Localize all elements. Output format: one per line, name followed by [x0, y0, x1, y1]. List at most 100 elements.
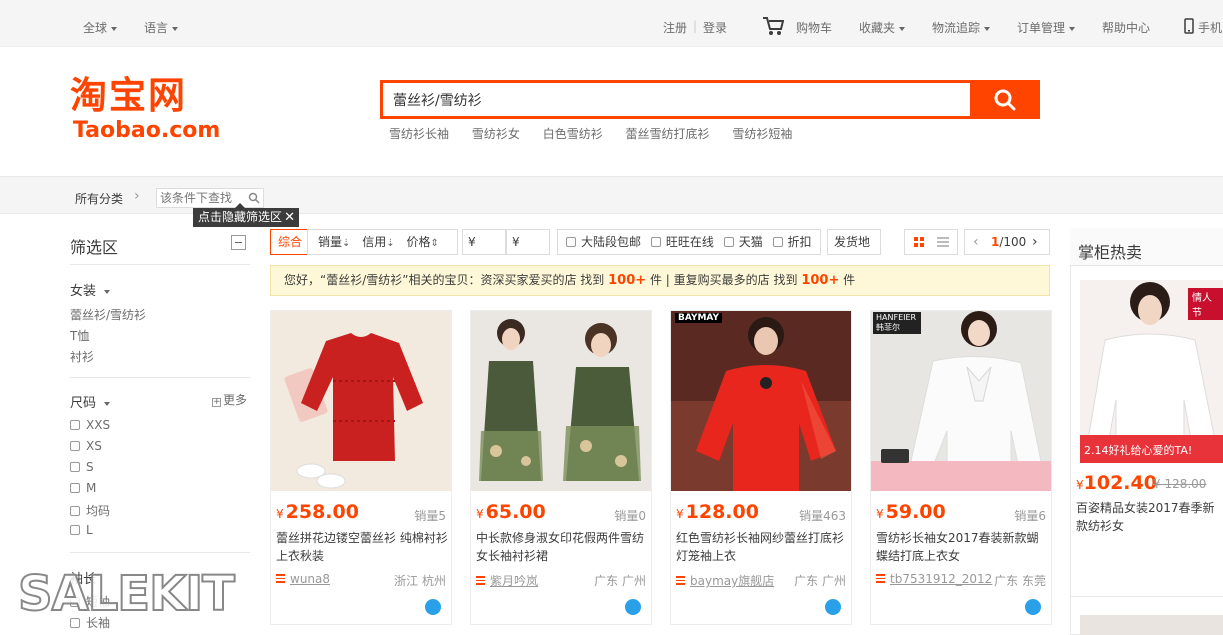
crumb-filter	[156, 188, 264, 208]
sort-sales-button[interactable]: 销量⇣	[318, 235, 350, 249]
register-link[interactable]: 注册	[663, 19, 687, 36]
shop-link[interactable]: 紫月吟岚	[476, 572, 538, 589]
wangwang-icon[interactable]	[425, 599, 441, 615]
language-menu[interactable]: 语言	[144, 19, 179, 36]
wangwang-icon[interactable]	[825, 599, 841, 615]
hot-word[interactable]: 雪纺衫短袖	[732, 127, 792, 141]
size-option[interactable]: XS	[70, 439, 102, 453]
search-button[interactable]	[970, 80, 1040, 119]
list-view-icon[interactable]	[937, 237, 949, 247]
ship-from-button[interactable]: 发货地	[827, 229, 881, 255]
size-option[interactable]: 均码	[70, 502, 110, 519]
product-image[interactable]: BAYMAY	[671, 311, 851, 491]
filter-checks: 大陆段包邮 旺旺在线 天猫 折扣	[557, 229, 821, 255]
arrow-down-icon: ⇣	[342, 238, 351, 249]
category-link[interactable]: 衬衫	[70, 348, 94, 365]
size-option[interactable]: XXS	[70, 418, 110, 432]
hot-word[interactable]: 雪纺衫长袖	[389, 127, 449, 141]
help-link[interactable]: 帮助中心	[1102, 19, 1150, 36]
hot-word[interactable]: 雪纺衫女	[472, 127, 520, 141]
all-categories-link[interactable]: 所有分类	[75, 190, 123, 207]
sort-credit-button[interactable]: 信用⇣	[362, 235, 394, 249]
product-card[interactable]: ¥65.00 销量0 中长款修身淑女印花假两件雪纺女长袖衬衫裙 紫月吟岚 广东 …	[470, 310, 652, 625]
wangwang-icon[interactable]	[625, 599, 641, 615]
hot-product-title[interactable]: 百姿精品女装2017春季新款纺衫女	[1076, 499, 1223, 535]
checkbox[interactable]	[70, 420, 80, 430]
collapse-icon[interactable]	[231, 235, 246, 250]
size-head[interactable]: 尺码	[70, 392, 111, 411]
favorites-menu[interactable]: 收藏夹	[859, 19, 906, 36]
checkbox[interactable]	[723, 237, 734, 247]
hot-product-image[interactable]	[1080, 615, 1223, 635]
size-option[interactable]: S	[70, 460, 94, 474]
arrow-updown-icon: ⇕	[430, 238, 439, 249]
product-card[interactable]: ¥258.00 销量5 蕾丝拼花边镂空蕾丝衫 纯棉衬衫上衣秋装 wuna8 浙江…	[270, 310, 452, 625]
wangwang-icon[interactable]	[1025, 599, 1041, 615]
arrow-down-icon: ⇣	[386, 238, 395, 249]
size-option[interactable]: L	[70, 523, 93, 537]
cart-icon[interactable]	[762, 16, 785, 39]
product-image[interactable]: HANFEIER 韩菲尔	[871, 311, 1051, 491]
free-shipping-check[interactable]: 大陆段包邮	[566, 235, 641, 249]
page-indicator: 1/100	[991, 235, 1027, 249]
checkbox[interactable]	[70, 525, 80, 535]
product-title[interactable]: 蕾丝拼花边镂空蕾丝衫 纯棉衬衫上衣秋装	[276, 529, 448, 565]
mobile-icon[interactable]	[1184, 18, 1194, 37]
product-title[interactable]: 红色雪纺衫长袖网纱蕾丝打底衫灯笼袖上衣	[676, 529, 848, 565]
shop-link[interactable]: tb7531912_2012	[876, 572, 992, 586]
logo[interactable]: 淘宝网	[70, 74, 187, 118]
logistics-menu[interactable]: 物流追踪	[932, 19, 991, 36]
checkbox[interactable]	[566, 237, 576, 247]
sort-price-button[interactable]: 价格⇕	[406, 235, 438, 249]
search-icon[interactable]	[248, 192, 260, 204]
crumb-filter-input[interactable]	[157, 189, 245, 207]
discount-check[interactable]: 折扣	[772, 235, 812, 249]
category-head[interactable]: 女装	[70, 280, 111, 299]
product-title[interactable]: 中长款修身淑女印花假两件雪纺女长袖衬衫裙	[476, 529, 648, 565]
product-sales: 销量5	[414, 509, 446, 523]
logo-subtitle[interactable]: Taobao.com	[73, 118, 220, 144]
grid-view-icon[interactable]	[914, 237, 924, 247]
hot-word[interactable]: 蕾丝雪纺打底衫	[626, 127, 710, 141]
product-price: ¥59.00	[876, 501, 946, 523]
hot-word[interactable]: 白色雪纺衫	[543, 127, 603, 141]
wangwang-check[interactable]: 旺旺在线	[650, 235, 714, 249]
close-icon[interactable]: ✕	[284, 208, 295, 227]
shop-link[interactable]: wuna8	[276, 572, 330, 586]
category-link[interactable]: T恤	[70, 327, 89, 344]
checkbox[interactable]	[70, 506, 80, 516]
login-link[interactable]: 登录	[703, 19, 727, 36]
checkbox[interactable]	[772, 237, 783, 247]
checkbox[interactable]	[70, 483, 80, 493]
next-page-icon[interactable]: ›	[1032, 230, 1038, 254]
checkbox[interactable]	[70, 462, 80, 472]
product-title[interactable]: 雪纺衫长袖女2017春装新款蝴蝶结打底上衣女	[876, 529, 1048, 565]
prev-page-icon[interactable]: ‹	[973, 230, 979, 254]
product-image[interactable]	[471, 311, 651, 491]
product-location: 广东 东莞	[994, 574, 1046, 588]
cart-link[interactable]: 购物车	[796, 19, 832, 36]
checkbox[interactable]	[70, 441, 80, 451]
notice-bar: 您好，“蕾丝衫/雪纺衫”相关的宝贝：资深买家爱买的店 找到 100+ 件 | 重…	[270, 265, 1050, 296]
shop-link[interactable]: baymay旗舰店	[676, 572, 774, 589]
size-more-button[interactable]: + 更多	[212, 391, 247, 408]
search-input[interactable]	[383, 83, 972, 116]
tmall-check[interactable]: 天猫	[723, 235, 763, 249]
price-from-input[interactable]: ¥	[462, 229, 506, 255]
category-link[interactable]: 蕾丝衫/雪纺衫	[70, 306, 146, 323]
mobile-link[interactable]: 手机	[1198, 19, 1222, 36]
orders-menu[interactable]: 订单管理	[1017, 19, 1076, 36]
product-card[interactable]: HANFEIER 韩菲尔 ¥59.00 销量6 雪纺衫长袖女2017春装新款蝴蝶…	[870, 310, 1052, 625]
hide-filter-tip[interactable]: 点击隐藏筛选区 ✕	[193, 203, 299, 227]
hot-product-image[interactable]: 情人节 2.14好礼给心爱的TA!	[1080, 280, 1223, 463]
region-menu[interactable]: 全球	[83, 19, 118, 36]
shop-icon	[476, 576, 485, 585]
checkbox[interactable]	[650, 237, 661, 247]
sort-overall-button[interactable]: 综合	[270, 229, 308, 255]
price-to-input[interactable]: ¥	[506, 229, 550, 255]
brand-tag: BAYMAY	[675, 313, 723, 323]
product-price: ¥65.00	[476, 501, 546, 523]
product-card[interactable]: BAYMAY ¥128.00 销量463 红色雪纺衫长袖网纱蕾丝打底衫灯笼袖上衣…	[670, 310, 852, 625]
size-option[interactable]: M	[70, 481, 96, 495]
product-image[interactable]	[271, 311, 451, 491]
